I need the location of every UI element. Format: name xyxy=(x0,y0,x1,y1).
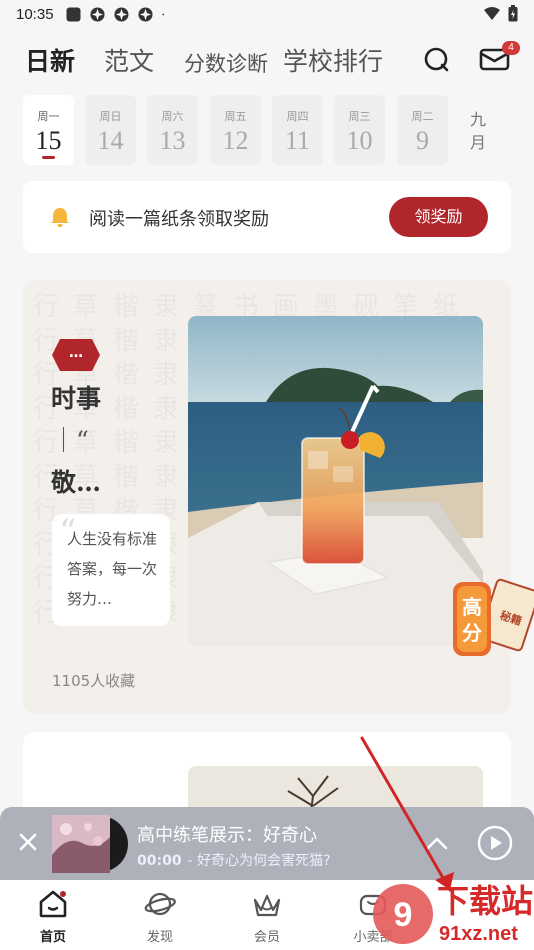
home-icon xyxy=(39,890,67,918)
quote-text: 人生没有标准答案，每一次努力… xyxy=(67,530,158,608)
nav-discover[interactable]: 发现 xyxy=(120,880,200,950)
watermark-main: 下载站 xyxy=(437,882,533,920)
date-day: 12 xyxy=(222,126,249,155)
article-card[interactable]: 行草楷隶篆书画墨砚笔纸行草楷隶篆书画墨砚笔纸行草楷隶篆书画墨砚笔纸行草楷隶篆书画… xyxy=(23,280,511,714)
active-date-indicator xyxy=(42,156,55,159)
status-time: 10:35 xyxy=(16,5,54,23)
close-icon[interactable] xyxy=(17,831,39,853)
tab-fanwen[interactable]: 范文 xyxy=(104,42,154,78)
watermark-logo: 9 下载站 91xz.net xyxy=(373,882,533,945)
pinwheel-notification-icon xyxy=(90,6,105,22)
sticker-line2: 分 xyxy=(462,621,482,645)
sticker-line1: 高 xyxy=(462,595,482,619)
planet-icon xyxy=(144,892,176,916)
date-day: 15 xyxy=(35,126,62,155)
date-weekday: 周五 xyxy=(224,110,247,123)
status-bar: 10:35 xyxy=(0,0,534,28)
date-day: 11 xyxy=(284,126,311,155)
date-weekday: 周二 xyxy=(411,110,434,123)
high-score-book-icon: 高 分 秘籍 xyxy=(453,578,534,656)
nav-label: 会员 xyxy=(253,930,280,945)
tab-rixin[interactable]: 日新 xyxy=(25,42,75,78)
quote-box: “ 人生没有标准答案，每一次努力… xyxy=(52,512,170,626)
pinwheel-notification-icon xyxy=(114,6,129,22)
beach-cocktail-illustration xyxy=(188,316,483,646)
date-item[interactable]: 周六 13 xyxy=(147,95,198,165)
pinwheel-notification-icon xyxy=(138,6,153,22)
date-item[interactable]: 周三 10 xyxy=(334,95,385,165)
tab-school-ranking[interactable]: 学校排行 xyxy=(283,42,383,78)
title-line: 时事 xyxy=(51,384,102,413)
category-badge: … xyxy=(51,338,101,372)
title-line: ｜“ xyxy=(51,426,89,455)
date-day: 13 xyxy=(159,126,186,155)
site-watermark: 9 下载站 91xz.net xyxy=(365,870,534,950)
date-weekday: 周六 xyxy=(161,110,184,123)
badge-text: … xyxy=(69,345,83,361)
date-strip: 周一 15 周日 14 周六 13 周五 12 周四 11 周三 10 周二 9 xyxy=(0,95,534,165)
nav-label: 发现 xyxy=(146,930,173,945)
high-score-sticker[interactable]: 高 分 秘籍 xyxy=(447,576,534,662)
svg-text:9: 9 xyxy=(394,896,413,934)
date-weekday: 周一 xyxy=(37,110,60,123)
date-day: 10 xyxy=(346,126,373,155)
reward-banner: 阅读一篇纸条领取奖励 领奖励 xyxy=(23,181,511,253)
crown-icon xyxy=(253,894,281,917)
date-weekday: 周三 xyxy=(348,110,371,123)
article-title: 时事 ｜“ 敬… xyxy=(51,378,111,504)
claim-reward-button[interactable]: 领奖励 xyxy=(389,197,488,237)
date-item[interactable]: 周二 9 xyxy=(397,95,448,165)
nav-home[interactable]: 首页 xyxy=(13,880,93,950)
tab-score-diagnosis[interactable]: 分数诊断 xyxy=(184,48,268,78)
chevron-up-icon[interactable] xyxy=(425,833,449,853)
date-item[interactable]: 周五 12 xyxy=(210,95,261,165)
date-day: 9 xyxy=(416,126,429,155)
top-nav: 日新 范文 分数诊断 学校排行 xyxy=(0,36,534,80)
article-image xyxy=(188,316,483,646)
date-weekday: 周四 xyxy=(286,110,309,123)
player-subtitle: 00:00 - 好奇心为何会害死猫? xyxy=(137,850,331,870)
month-label[interactable]: 九月 xyxy=(466,108,490,154)
play-icon[interactable] xyxy=(477,825,513,861)
reward-text: 阅读一篇纸条领取奖励 xyxy=(89,209,269,230)
more-dot-icon xyxy=(161,13,164,15)
player-title: 高中练笔展示：好奇心 xyxy=(137,825,317,846)
album-cover xyxy=(52,815,128,873)
save-count: 1105人收藏 xyxy=(52,672,136,690)
nav-label: 首页 xyxy=(39,930,66,945)
status-right xyxy=(484,5,518,22)
date-item[interactable]: 周日 14 xyxy=(85,95,136,165)
title-line: 敬… xyxy=(51,468,102,497)
search-icon[interactable] xyxy=(422,44,452,74)
player-subtitle-text: - 好奇心为何会害死猫? xyxy=(187,853,331,869)
mail-badge: 4 xyxy=(502,41,520,55)
date-day: 14 xyxy=(97,126,124,155)
notification-app-icon xyxy=(66,7,81,21)
date-item[interactable]: 周一 15 xyxy=(23,95,74,165)
watermark-url: 91xz.net xyxy=(439,923,518,945)
date-item[interactable]: 周四 11 xyxy=(272,95,323,165)
wifi-icon xyxy=(484,6,500,20)
player-time: 00:00 xyxy=(137,853,182,869)
date-weekday: 周日 xyxy=(99,110,122,123)
battery-icon xyxy=(508,5,518,22)
bell-icon xyxy=(51,208,69,227)
nav-membership[interactable]: 会员 xyxy=(227,880,307,950)
